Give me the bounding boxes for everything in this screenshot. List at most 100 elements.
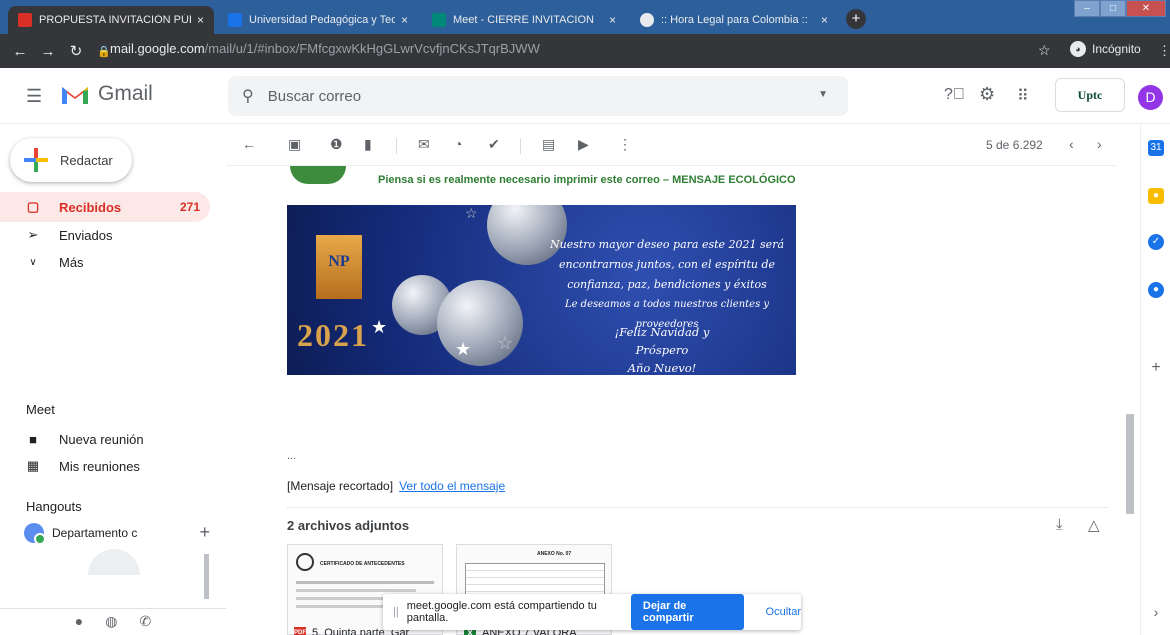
back-arrow-icon[interactable]: ←	[6, 43, 34, 60]
meet-item-label: Nueva reunión	[59, 431, 144, 447]
tab-close-icon[interactable]: ×	[603, 13, 616, 27]
meet-new-meeting[interactable]: ■ Nueva reunión	[0, 424, 210, 454]
tab-propuesta[interactable]: PROPUESTA INVITACIÓN PÚBLIC ×	[8, 6, 214, 34]
chat-bubble-icon[interactable]: ◍	[105, 613, 117, 635]
contact-name: Departamento c	[52, 525, 138, 540]
add-hangout-icon[interactable]: +	[199, 522, 210, 543]
keep-app-icon[interactable]: ●	[1148, 188, 1164, 204]
apps-grid-icon[interactable]: ⠿	[1017, 86, 1029, 106]
sidebar-item-inbox[interactable]: ▢ Recibidos 271	[0, 192, 210, 222]
christmas-banner-image: NP 2021 ★ ★ ☆ ☆ Nuestro mayor deseo para…	[287, 205, 796, 375]
org-logo-text: Uptc	[1077, 87, 1103, 102]
globe-favicon-icon	[640, 13, 654, 27]
settings-gear-icon[interactable]: ⚙	[979, 84, 995, 105]
forward-arrow-icon[interactable]: →	[34, 43, 62, 60]
company-logo: NP	[316, 235, 362, 299]
label-icon[interactable]: ▶	[578, 136, 589, 153]
url-host: mail.google.com	[110, 41, 205, 56]
tab-hora-legal[interactable]: :: Hora Legal para Colombia :: ×	[630, 6, 838, 34]
sidebar-item-label: Enviados	[59, 227, 113, 243]
snooze-icon[interactable]: ◔	[454, 136, 462, 152]
stop-sharing-button[interactable]: Dejar de compartir	[630, 594, 744, 630]
screen-share-bar: || meet.google.com está compartiendo tu …	[383, 594, 801, 630]
get-addons-icon[interactable]: +	[1148, 360, 1164, 376]
compose-button[interactable]: Redactar	[10, 138, 132, 182]
report-spam-icon[interactable]: ❶	[330, 136, 343, 153]
hangouts-placeholder-avatar	[88, 549, 140, 575]
tab-universidad[interactable]: Universidad Pedagógica y Tecnol ×	[218, 6, 418, 34]
help-icon[interactable]: ?⃝	[944, 86, 965, 104]
doc1-heading: CERTIFICADO DE ANTECEDENTES	[320, 561, 405, 567]
view-full-message-link[interactable]: Ver todo el mensaje	[399, 479, 505, 493]
gmail-wordmark: Gmail	[98, 82, 153, 105]
phone-icon[interactable]: ✆	[139, 613, 151, 635]
address-bar: ← → ↻ 🔒 mail.google.com/mail/u/1/#inbox/…	[0, 34, 1170, 68]
more-actions-icon[interactable]: ⋮	[618, 136, 632, 153]
new-tab-button[interactable]: +	[846, 9, 866, 29]
search-box[interactable]: ⚲ ▼	[228, 76, 848, 116]
person-icon[interactable]: ●	[75, 613, 83, 635]
expand-panel-icon[interactable]: ›	[1148, 604, 1164, 620]
minimize-icon[interactable]: –	[1074, 0, 1100, 17]
archive-icon[interactable]: ▣	[288, 136, 301, 153]
download-all-icon[interactable]: ⤓	[1056, 516, 1063, 533]
older-chevron-icon[interactable]: ›	[1097, 136, 1102, 152]
meet-my-meetings[interactable]: ▦ Mis reuniones	[0, 451, 210, 481]
share-message: meet.google.com está compartiendo tu pan…	[406, 600, 597, 624]
mark-unread-icon[interactable]: ✉	[418, 136, 430, 153]
tasks-app-icon[interactable]: ✓	[1148, 234, 1164, 250]
hide-share-bar-button[interactable]: Ocultar	[766, 606, 801, 618]
organization-logo[interactable]: Uptc	[1055, 78, 1125, 112]
maximize-icon[interactable]: □	[1100, 0, 1126, 17]
save-to-drive-icon[interactable]: △	[1088, 516, 1100, 534]
sidebar-item-more[interactable]: ∨ Más	[0, 247, 210, 277]
gmail-m-icon	[62, 87, 88, 104]
contacts-app-icon[interactable]: ●	[1148, 282, 1164, 298]
doc-line	[296, 581, 434, 584]
seal-icon	[296, 553, 314, 571]
drag-handle-icon[interactable]: ||	[393, 606, 399, 618]
calendar-app-icon[interactable]: 31	[1148, 140, 1164, 156]
add-task-icon[interactable]: ✔	[488, 136, 500, 153]
compose-plus-icon	[24, 148, 48, 172]
tab-close-icon[interactable]: ×	[815, 13, 828, 27]
message-scrollbar[interactable]	[1126, 414, 1134, 514]
greeting-line: Año Nuevo!	[627, 361, 697, 375]
hangouts-contact[interactable]: Departamento c +	[24, 522, 210, 545]
delete-icon[interactable]: ▮	[364, 136, 372, 153]
tab-meet[interactable]: Meet - CIERRE INVITACION ×	[422, 6, 626, 34]
meet-favicon-icon	[432, 13, 446, 27]
eco-tree-image	[290, 166, 346, 184]
tab-close-icon[interactable]: ×	[191, 13, 204, 27]
wish-line: encontrarnos juntos, con el espíritu de	[559, 258, 775, 271]
close-window-icon[interactable]: ✕	[1126, 0, 1166, 17]
star-icon: ★	[371, 317, 388, 337]
move-to-icon[interactable]: ▤	[542, 136, 555, 153]
search-icon[interactable]: ⚲	[242, 86, 254, 106]
url-field[interactable]: mail.google.com/mail/u/1/#inbox/FMfcgxwK…	[110, 41, 540, 56]
star-icon: ★	[455, 339, 472, 359]
browser-menu-icon[interactable]: ⋮	[1158, 43, 1170, 59]
quoted-text-toggle[interactable]: ...	[287, 450, 296, 462]
window-controls: – □ ✕	[1074, 0, 1166, 17]
star-icon: ☆	[497, 333, 514, 353]
search-options-icon[interactable]: ▼	[818, 89, 828, 100]
newer-chevron-icon[interactable]: ‹	[1069, 136, 1074, 152]
main-menu-icon[interactable]: ☰	[26, 86, 42, 107]
back-to-inbox-icon[interactable]: ←	[242, 136, 256, 152]
tab-close-icon[interactable]: ×	[395, 13, 408, 27]
sidebar-item-sent[interactable]: ➢ Enviados	[0, 220, 210, 250]
account-avatar[interactable]: D	[1138, 85, 1163, 110]
incognito-indicator[interactable]: ◕ Incógnito	[1070, 41, 1141, 57]
send-icon: ➢	[27, 227, 39, 242]
doc-line	[296, 589, 416, 592]
wish-line: confianza, paz, bendiciones y éxitos	[567, 278, 767, 291]
greeting-line: ¡Feliz Navidad y Próspero	[614, 325, 710, 357]
sidebar-scrollbar[interactable]	[204, 554, 209, 599]
banner-year: 2021	[297, 317, 369, 353]
search-input[interactable]	[267, 87, 788, 105]
gmail-logo[interactable]: Gmail	[60, 82, 153, 106]
reload-icon[interactable]: ↻	[62, 42, 90, 60]
bookmark-star-icon[interactable]: ☆	[1038, 42, 1051, 59]
incognito-icon: ◕	[1070, 41, 1086, 57]
